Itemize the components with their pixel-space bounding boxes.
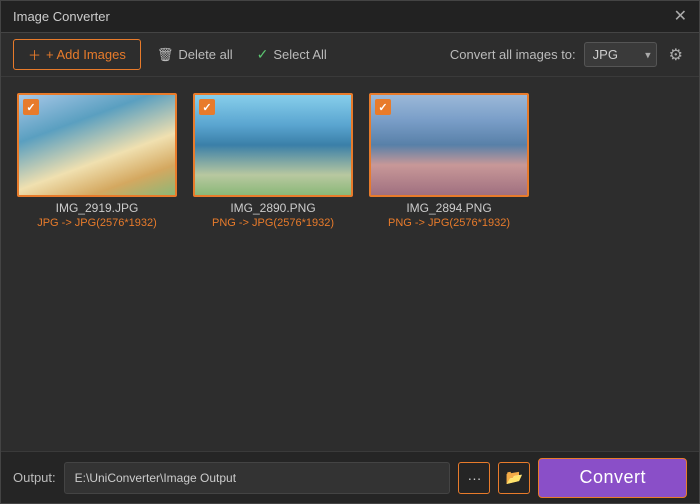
browse-dots-button[interactable]: ··· [458,462,490,494]
image-checkbox-1[interactable] [23,99,39,115]
format-select[interactable]: JPG PNG BMP TIFF WEBP [584,42,657,67]
image-checkbox-2[interactable] [199,99,215,115]
convert-button[interactable]: Convert [538,458,687,498]
image-checkbox-3[interactable] [375,99,391,115]
open-folder-button[interactable]: 📂 [498,462,530,494]
image-card-2: IMG_2890.PNG PNG -> JPG(2576*1932) [193,93,353,229]
image-filename-2: IMG_2890.PNG [230,201,315,215]
ellipsis-icon: ··· [467,470,481,486]
format-select-container: JPG PNG BMP TIFF WEBP [584,42,657,67]
plus-icon: ＋ [28,45,41,64]
settings-button[interactable]: ⚙ [665,41,687,69]
select-all-label: Select All [273,47,326,62]
add-images-label: + Add Images [46,47,126,62]
image-card-inner-3[interactable] [369,93,529,197]
title-bar: Image Converter ✕ [1,1,699,33]
delete-all-label: Delete all [178,47,232,62]
close-button[interactable]: ✕ [674,9,687,25]
image-convert-info-2: PNG -> JPG(2576*1932) [212,217,334,229]
add-images-button[interactable]: ＋ + Add Images [13,39,141,70]
toolbar: ＋ + Add Images 🗑 Delete all ✓ Select All… [1,33,699,77]
image-filename-3: IMG_2894.PNG [406,201,491,215]
image-filename-1: IMG_2919.JPG [56,201,139,215]
image-thumbnail-2 [195,95,353,195]
image-card-inner-1[interactable] [17,93,177,197]
image-card-1: IMG_2919.JPG JPG -> JPG(2576*1932) [17,93,177,229]
convert-all-label: Convert all images to: [450,47,576,62]
image-card-inner-2[interactable] [193,93,353,197]
image-convert-info-3: PNG -> JPG(2576*1932) [388,217,510,229]
output-path-input[interactable] [64,462,451,494]
image-thumbnail-1 [19,95,177,195]
image-converter-window: Image Converter ✕ ＋ + Add Images 🗑 Delet… [0,0,700,504]
image-convert-info-1: JPG -> JPG(2576*1932) [37,217,157,229]
delete-all-button[interactable]: 🗑 Delete all [149,42,241,68]
output-label: Output: [13,470,56,485]
select-all-button[interactable]: ✓ Select All [249,41,335,68]
image-thumbnail-3 [371,95,529,195]
trash-icon: 🗑 [157,47,174,63]
checkmark-icon: ✓ [257,46,269,63]
window-title: Image Converter [13,9,110,24]
image-grid: IMG_2919.JPG JPG -> JPG(2576*1932) IMG_2… [1,77,699,451]
footer: Output: ··· 📂 Convert [1,451,699,503]
folder-icon: 📂 [506,469,523,486]
image-card-3: IMG_2894.PNG PNG -> JPG(2576*1932) [369,93,529,229]
